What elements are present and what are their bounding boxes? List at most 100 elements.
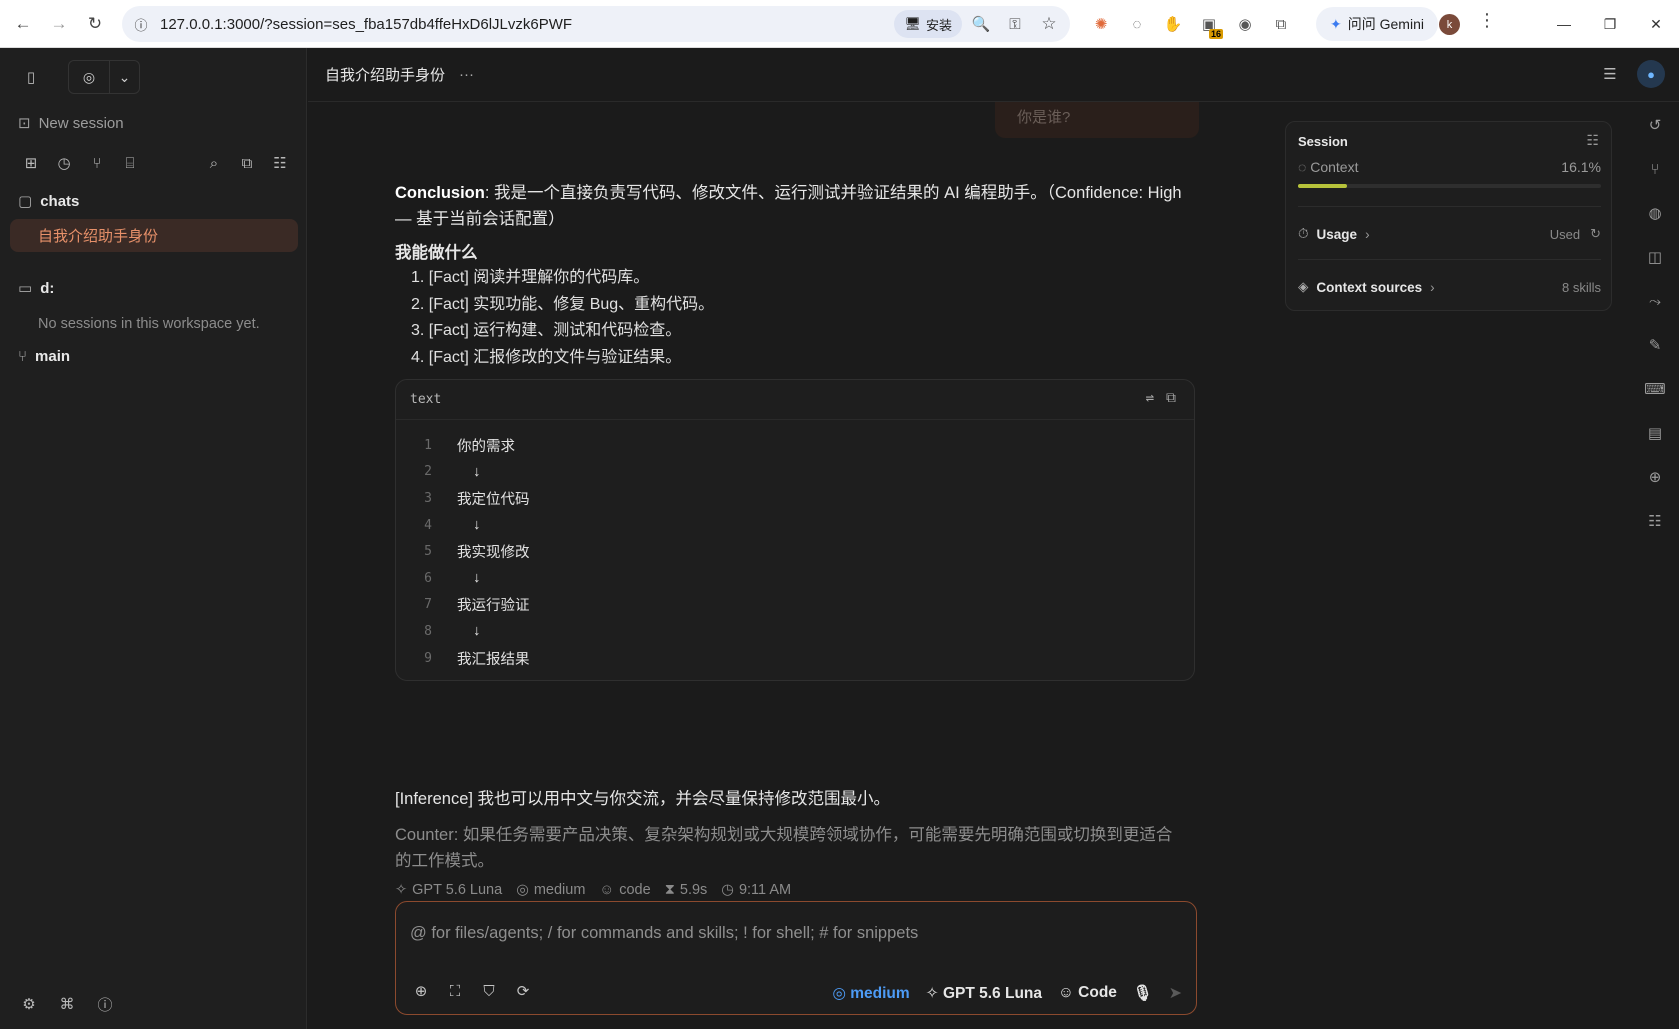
message-composer[interactable]: @ for files/agents; / for commands and s… — [395, 901, 1197, 1015]
model-selector[interactable]: ✧ GPT 5.6 Luna — [926, 984, 1042, 1003]
context-ring-icon: ◌ — [1298, 159, 1307, 175]
refresh-icon[interactable]: ↻ — [1590, 226, 1601, 242]
sidebar-actions: ⊞ ◷ ⑂ ⌸ ⌕ ⧉ ☷ — [18, 150, 293, 176]
expand-icon[interactable]: ⛶ — [444, 980, 466, 1002]
multi-select-icon[interactable]: ⧉ — [234, 150, 260, 176]
context-label: ◌ Context — [1298, 159, 1359, 175]
back-icon[interactable]: ← — [8, 9, 38, 39]
workspace-section-header[interactable]: ▭ d: — [18, 279, 54, 298]
permissions-shield-icon[interactable]: ⛉ — [478, 980, 500, 1002]
command-icon[interactable]: ⌘ — [54, 991, 80, 1017]
install-icon: 🖥 — [904, 16, 921, 31]
extension-circle-icon[interactable]: ◌ — [1122, 9, 1152, 39]
forward-icon[interactable]: → — [44, 9, 74, 39]
info-icon[interactable]: ⓘ — [92, 991, 118, 1017]
close-window-icon[interactable]: ✕ — [1633, 0, 1679, 48]
effort-selector[interactable]: ◎ medium — [832, 984, 909, 1003]
panel-settings-icon[interactable]: ☷ — [1586, 132, 1599, 149]
timer-icon: ⏱ — [1298, 226, 1309, 241]
context-progress-fill — [1298, 184, 1347, 188]
session-title[interactable]: 自我介绍助手身份 — [325, 64, 445, 85]
sparkles-icon: ✧ — [925, 984, 939, 1002]
workspace-badge-icon[interactable]: ● — [1637, 60, 1665, 88]
filter-icon[interactable]: ☷ — [267, 150, 293, 176]
extension-badge-icon[interactable]: ▣ 16 — [1194, 9, 1224, 39]
sidebar-session-item[interactable]: 自我介绍助手身份 — [10, 219, 298, 252]
chevron-right-icon: › — [1365, 226, 1370, 242]
chat-bubble-icon: ▢ — [18, 193, 33, 210]
address-url[interactable]: 127.0.0.1:3000/?session=ses_fba157db4ffe… — [160, 16, 572, 33]
browser-toolbar: ← → ↻ ⓘ 127.0.0.1:3000/?session=ses_fba1… — [0, 0, 1679, 48]
usage-row[interactable]: ⏱ Usage › Used ↻ — [1298, 226, 1601, 242]
mode-selector[interactable]: ☺ Code — [1058, 984, 1117, 1002]
bookmark-star-icon[interactable]: ☆ — [1034, 9, 1064, 39]
address-bar[interactable]: ⓘ 127.0.0.1:3000/?session=ses_fba157db4f… — [122, 6, 1070, 42]
toggle-sidebar-icon[interactable]: ▯ — [18, 64, 44, 90]
session-menu-icon[interactable]: ··· — [459, 66, 474, 83]
book-icon[interactable]: ▤ — [1643, 420, 1667, 446]
extensions-puzzle-icon[interactable]: ⧉ — [1266, 9, 1296, 39]
meta-duration: ⧗ 5.9s — [664, 882, 708, 898]
new-session-icon: ⊡ — [18, 115, 31, 132]
layout-panel-icon[interactable]: ☰ — [1597, 61, 1623, 87]
new-session-button[interactable]: ⊡ New session — [18, 114, 124, 133]
password-key-icon[interactable]: ⚿ — [1000, 9, 1030, 39]
sliders-icon[interactable]: ☷ — [1643, 508, 1667, 534]
send-icon[interactable]: ➤ — [1169, 983, 1182, 1003]
project-logo-icon[interactable]: ◎ — [69, 61, 109, 93]
archive-icon[interactable]: ⌸ — [117, 150, 143, 176]
split-view-icon[interactable]: ◫ — [1643, 244, 1667, 270]
code-block-header: text ⇌ ⧉ — [396, 380, 1194, 420]
edit-file-icon[interactable]: ✎ — [1643, 332, 1667, 358]
history-icon[interactable]: ↺ — [1643, 112, 1667, 138]
schedule-icon[interactable]: ◷ — [51, 150, 77, 176]
folder-icon: ▭ — [18, 280, 33, 297]
agent-icon: ☺ — [599, 882, 615, 898]
extension-spark-icon[interactable]: ✺ — [1086, 9, 1116, 39]
context-value: 16.1% — [1561, 159, 1601, 175]
empty-workspace-note: No sessions in this workspace yet. — [38, 316, 260, 332]
composer-input[interactable]: @ for files/agents; / for commands and s… — [410, 924, 918, 943]
layers-icon: ◈ — [1298, 279, 1309, 294]
search-icon[interactable]: ⌕ — [201, 150, 227, 176]
reload-icon[interactable]: ↻ — [80, 9, 110, 39]
project-switcher[interactable]: ◎ ⌄ — [68, 60, 140, 94]
code-line: 3 我定位代码 — [424, 490, 530, 508]
auto-mode-icon[interactable]: ⟳ — [512, 980, 534, 1002]
new-folder-icon[interactable]: ⊞ — [18, 150, 44, 176]
copy-icon[interactable]: ⧉ — [1166, 390, 1176, 406]
github-icon[interactable]: ◍ — [1643, 200, 1667, 226]
zoom-icon[interactable]: 🔍 — [966, 9, 996, 39]
diff-icon[interactable]: ⤳ — [1643, 288, 1667, 314]
minimize-icon[interactable]: — — [1541, 0, 1587, 48]
install-app-button[interactable]: 🖥 安装 — [894, 10, 962, 38]
agent-icon: ☺ — [1058, 984, 1074, 1001]
usage-value: Used — [1549, 226, 1581, 242]
extension-hand-icon[interactable]: ✋ — [1158, 9, 1188, 39]
extensions-bar: ✺ ◌ ✋ ▣ 16 ◉ ⧉ — [1086, 9, 1296, 39]
code-language-label: text — [410, 392, 442, 407]
branch-section-header[interactable]: ⑂ main — [18, 348, 70, 365]
chevron-right-icon: › — [1430, 279, 1435, 295]
meta-mode: ☺ code — [599, 882, 651, 898]
add-attachment-icon[interactable]: ⊕ — [410, 980, 432, 1002]
restore-icon[interactable]: ❐ — [1587, 0, 1633, 48]
list-item: 1. [Fact] 阅读并理解你的代码库。 — [411, 269, 650, 286]
browser-menu-icon[interactable]: ⋮ — [1478, 10, 1496, 31]
branch-icon[interactable]: ⑂ — [84, 150, 110, 176]
settings-gear-icon[interactable]: ⚙ — [16, 991, 42, 1017]
wrap-lines-icon[interactable]: ⇌ — [1146, 390, 1154, 406]
code-line: 6 ↓ — [424, 570, 481, 587]
chats-section-header[interactable]: ▢ chats — [18, 192, 79, 211]
site-info-icon[interactable]: ⓘ — [126, 9, 156, 39]
profile-avatar[interactable]: k — [1439, 14, 1460, 35]
terminal-icon[interactable]: ⌨ — [1643, 376, 1667, 402]
ask-gemini-button[interactable]: ✦ 问问 Gemini — [1316, 7, 1438, 41]
globe-icon[interactable]: ⊕ — [1643, 464, 1667, 490]
microphone-icon[interactable]: 🎙 — [1133, 984, 1153, 1003]
git-branch-icon[interactable]: ⑂ — [1643, 156, 1667, 182]
inference-paragraph: [Inference] 我也可以用中文与你交流，并会尽量保持修改范围最小。 — [395, 790, 891, 808]
chevron-down-icon[interactable]: ⌄ — [109, 61, 139, 93]
context-sources-row[interactable]: ◈ Context sources › 8 skills — [1298, 279, 1601, 295]
extension-shield-icon[interactable]: ◉ — [1230, 9, 1260, 39]
